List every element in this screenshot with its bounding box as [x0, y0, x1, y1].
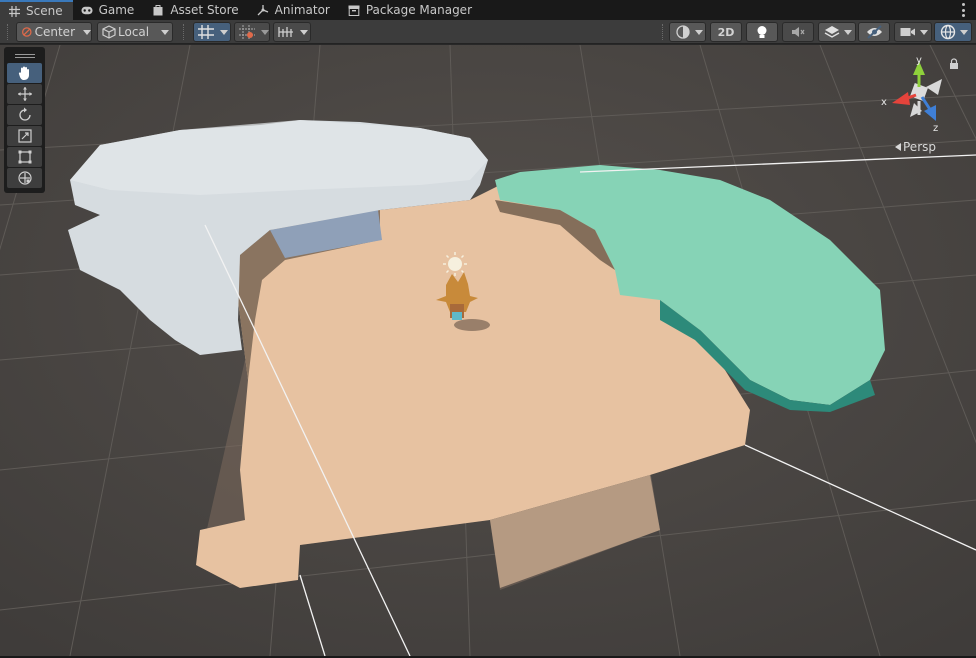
chevron-down-icon [83, 29, 91, 35]
shopping-bag-icon [152, 4, 164, 16]
move-tool-icon [17, 87, 32, 101]
tab-label: Scene [26, 4, 63, 18]
toolbar-grip [7, 24, 9, 40]
tab-label: Animator [274, 3, 330, 17]
tab-scene[interactable]: Scene [0, 0, 73, 20]
chevron-down-icon [920, 29, 928, 35]
pivot-rotation-dropdown[interactable]: Local [97, 22, 173, 42]
draw-mode-dropdown[interactable] [669, 22, 706, 42]
chevron-down-icon [960, 29, 968, 35]
tab-label: Asset Store [170, 3, 239, 17]
toolbar-grip [183, 24, 185, 40]
hidden-objects-toggle[interactable] [858, 22, 890, 42]
lighting-icon [757, 25, 767, 38]
chevron-down-icon [300, 29, 308, 35]
axis-y-label: y [916, 55, 922, 66]
lock-icon[interactable] [950, 58, 958, 69]
increment-snap-button[interactable] [273, 22, 311, 42]
tab-animator[interactable]: Animator [249, 0, 340, 20]
chevron-down-icon [220, 29, 228, 35]
transform-tool-icon [17, 171, 32, 185]
axis-x-cone[interactable] [892, 92, 910, 105]
chevron-left-icon [895, 143, 901, 151]
rect-tool-button[interactable] [7, 147, 42, 167]
animator-icon [257, 4, 269, 16]
snap-increment-toggle[interactable] [234, 22, 270, 42]
effects-icon [824, 26, 840, 38]
pivot-rotation-label: Local [118, 25, 150, 39]
hand-tool-button[interactable] [7, 63, 42, 83]
rotate-tool-button[interactable] [7, 105, 42, 125]
chevron-down-icon [844, 29, 852, 35]
camera-settings-dropdown[interactable] [894, 22, 932, 42]
hand-tool-icon [18, 66, 29, 80]
scene-toolbar: Center Local 2D [0, 20, 976, 44]
toggle-2d-button[interactable]: 2D [710, 22, 742, 42]
grid-snap-icon [198, 25, 214, 39]
ruler-icon [278, 27, 293, 37]
pivot-center-icon [22, 27, 32, 37]
transform-tool-button[interactable] [7, 168, 42, 188]
rect-tool-icon [18, 150, 31, 164]
grid-snap-toggle[interactable] [193, 22, 231, 42]
scene-viewport[interactable] [0, 45, 976, 656]
chevron-down-icon [695, 29, 703, 35]
tab-asset-store[interactable]: Asset Store [144, 0, 248, 20]
move-tool-button[interactable] [7, 84, 42, 104]
pivot-mode-label: Center [34, 25, 75, 39]
lighting-toggle[interactable] [746, 22, 778, 42]
audio-mute-icon [792, 27, 805, 37]
package-icon [348, 4, 360, 16]
toggle-2d-label: 2D [717, 25, 735, 39]
chevron-down-icon [261, 29, 269, 35]
draw-mode-icon [676, 25, 690, 39]
editor-tab-bar: Scene Game Asset Store Animator Package … [0, 0, 976, 20]
more-options-icon[interactable] [958, 3, 968, 17]
tab-label: Package Manager [365, 3, 472, 17]
gizmos-dropdown[interactable] [934, 22, 972, 42]
tab-game[interactable]: Game [73, 0, 145, 20]
tab-package-manager[interactable]: Package Manager [340, 0, 482, 20]
snap-increment-icon [239, 25, 255, 39]
chevron-down-icon [161, 29, 170, 35]
pivot-mode-dropdown[interactable]: Center [16, 22, 92, 42]
axis-x-label: x [881, 97, 887, 108]
camera-icon [900, 28, 915, 36]
audio-toggle[interactable] [782, 22, 814, 42]
palette-grip[interactable] [7, 50, 42, 62]
axis-z-label: z [933, 123, 938, 134]
projection-toggle[interactable]: Persp [895, 140, 936, 154]
hidden-objects-icon [866, 25, 882, 39]
tool-palette [4, 47, 45, 193]
projection-label: Persp [903, 140, 936, 154]
gamepad-icon [81, 4, 93, 16]
effects-dropdown[interactable] [818, 22, 856, 42]
toolbar-grip [662, 24, 664, 40]
scene-render [0, 45, 976, 656]
local-cube-icon [102, 25, 116, 39]
tab-label: Game [98, 3, 135, 17]
scale-tool-button[interactable] [7, 126, 42, 146]
gizmos-icon [940, 24, 956, 40]
hash-grid-icon [8, 5, 20, 17]
scale-tool-icon [17, 129, 32, 143]
rotate-tool-icon [18, 107, 31, 121]
